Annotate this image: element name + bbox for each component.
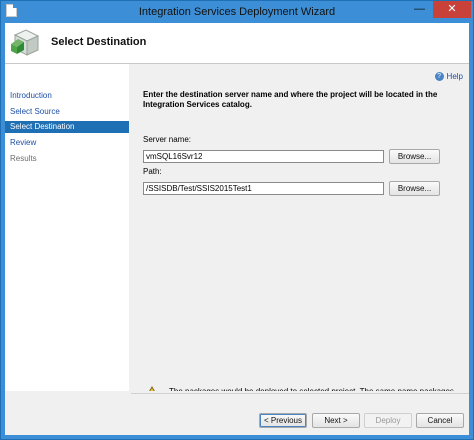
wizard-deploy-icon xyxy=(11,29,40,56)
deploy-button: Deploy xyxy=(364,413,412,428)
server-name-label: Server name: xyxy=(143,135,192,144)
wizard-window: Integration Services Deployment Wizard —… xyxy=(0,0,474,440)
browse-path-button[interactable]: Browse... xyxy=(389,181,440,196)
main-content: ? Help Enter the destination server name … xyxy=(131,64,469,435)
server-name-input[interactable]: vmSQL16Svr12 xyxy=(143,150,384,163)
wizard-client-area: Select Destination Introduction Select S… xyxy=(5,23,469,435)
window-title: Integration Services Deployment Wizard xyxy=(138,6,336,18)
help-link[interactable]: ? Help xyxy=(434,71,463,82)
path-input[interactable]: /SSISDB/Test/SSIS2015Test1 xyxy=(143,182,384,195)
help-icon[interactable]: ? xyxy=(434,72,444,82)
nav-item-introduction[interactable]: Introduction xyxy=(5,90,129,102)
nav-item-results: Results xyxy=(10,154,37,163)
wizard-nav: Introduction Select Source Select Destin… xyxy=(5,64,129,435)
nav-item-review[interactable]: Review xyxy=(5,137,129,149)
wizard-header: Select Destination xyxy=(5,23,469,64)
previous-button[interactable]: < Previous xyxy=(259,413,307,428)
page-title: Select Destination xyxy=(51,36,147,48)
nav-item-select-source[interactable]: Select Source xyxy=(5,106,129,118)
instruction-text: Enter the destination server name and wh… xyxy=(143,90,438,109)
close-button[interactable]: ✕ xyxy=(433,1,471,18)
browse-server-button[interactable]: Browse... xyxy=(389,149,440,164)
title-bar[interactable]: Integration Services Deployment Wizard —… xyxy=(1,1,473,23)
wizard-footer: < Previous Next > Deploy Cancel xyxy=(5,391,469,435)
cancel-button[interactable]: Cancel xyxy=(416,413,464,428)
nav-item-select-destination[interactable]: Select Destination xyxy=(5,121,129,133)
next-button[interactable]: Next > xyxy=(312,413,360,428)
help-label[interactable]: Help xyxy=(447,72,463,81)
path-label: Path: xyxy=(143,167,162,176)
minimize-button[interactable]: — xyxy=(406,1,433,18)
footer-divider xyxy=(131,393,469,394)
